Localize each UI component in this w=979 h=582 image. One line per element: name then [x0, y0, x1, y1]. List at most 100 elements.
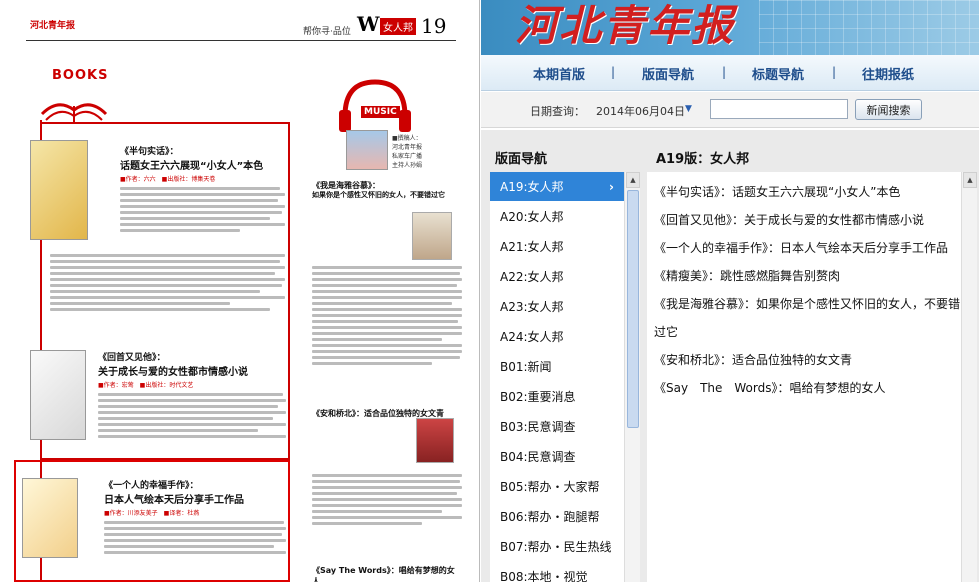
article-meta: ■作者：宏莺 ■出版社：时代文艺 [98, 382, 194, 389]
article-link[interactable]: 《一个人的幸福手作》：日本人气绘本天后分享手工作品 [647, 234, 961, 262]
nav-section-guide[interactable]: 版面导航 [642, 64, 694, 83]
article-title: 《半句实话》： [120, 147, 179, 157]
host-photo [346, 130, 388, 170]
section-item-label: A19:女人邦 [500, 180, 564, 194]
banner-decoration [759, 0, 979, 55]
book-cover-1 [30, 140, 88, 240]
newspaper-page: 河北青年报 帮你寻·品位 W 女人邦 19 BOOKS 《半句实话》： 话题女王… [0, 0, 480, 582]
current-page-heading: A19版：女人邦 [656, 152, 750, 167]
host-info-line: ■撰稿人： [392, 135, 422, 142]
article-link[interactable]: 《安和桥北》：适合品位独特的女文青 [647, 346, 961, 374]
section-item[interactable]: B06:帮办・跑腿帮 [490, 502, 624, 532]
host-info-line: 主持人孙娟 [392, 162, 423, 169]
section-item[interactable]: B03:民意调查 [490, 412, 624, 442]
article-body [104, 521, 286, 554]
singer-photo-2 [416, 418, 454, 463]
section-item[interactable]: B01:新闻 [490, 352, 624, 382]
article-title: 《一个人的幸福手作》： [104, 481, 199, 491]
article-list-scrollbar[interactable]: ▲ [961, 172, 977, 582]
section-item-label: B07:帮办・民生热线 [500, 540, 612, 554]
section-item-label: B03:民意调查 [500, 420, 576, 434]
scroll-up-arrow[interactable]: ▲ [963, 172, 977, 188]
search-input[interactable] [710, 99, 848, 119]
article-link[interactable]: 《半句实话》：话题女王六六展现“小女人”本色 [647, 178, 961, 206]
section-list: A19:女人邦 › A20:女人邦 A21:女人邦 A22:女人邦 A23:女人邦 A24:… [490, 172, 624, 582]
news-search-button[interactable]: 新闻搜索 [855, 99, 922, 120]
section-item[interactable]: A21:女人邦 [490, 232, 624, 262]
section-item-label: A23:女人邦 [500, 300, 564, 314]
main-nav: 本期首版 | 版面导航 | 标题导航 | 往期报纸 [481, 55, 979, 91]
book-cover-3 [22, 478, 78, 558]
site-logo[interactable]: 河北青年报 [515, 0, 735, 53]
section-item-label: B04:民意调查 [500, 450, 576, 464]
nav-headline-guide[interactable]: 标题导航 [752, 64, 804, 83]
section-item-label: A22:女人邦 [500, 270, 564, 284]
date-select[interactable]: 2014年06月04日 [596, 103, 685, 119]
music-body-1 [312, 266, 462, 368]
article-subtitle: 日本人气绘本天后分享手工作品 [104, 495, 244, 506]
singer-photo [412, 212, 452, 260]
section-item[interactable]: B07:帮办・民生热线 [490, 532, 624, 562]
site-banner: 河北青年报 [481, 0, 979, 55]
article-link[interactable]: 《回首又见他》：关于成长与爱的女性都市情感小说 [647, 206, 961, 234]
header-rule [26, 40, 456, 41]
epaper-site: 河北青年报 本期首版 | 版面导航 | 标题导航 | 往期报纸 日期查询： 20… [481, 0, 979, 582]
section-item[interactable]: A19:女人邦 › [490, 172, 624, 202]
open-book-icon [40, 103, 108, 122]
chevron-right-icon: › [609, 180, 614, 194]
section-item[interactable]: B08:本地・视觉 [490, 562, 624, 582]
section-item-label: A24:女人邦 [500, 330, 564, 344]
host-info-line: 私家车广播 [392, 153, 423, 160]
books-rule-right [288, 122, 290, 460]
host-info-line: 河北青年报 [392, 144, 423, 151]
books-label: BOOKS [52, 68, 109, 83]
nav-separator: | [832, 65, 837, 79]
music-title-3: 《Say The Words》：唱给有梦想的女人 [312, 566, 455, 582]
article-list: 《半句实话》：话题女王六六展现“小女人”本色 《回首又见他》：关于成长与爱的女性都… [647, 172, 961, 582]
book-article-3: 《一个人的幸福手作》： 日本人气绘本天后分享手工作品 ■作者：川添友美子 ■译者… [104, 478, 286, 557]
date-query-label: 日期查询： [530, 105, 585, 118]
section-item[interactable]: B05:帮办・大家帮 [490, 472, 624, 502]
section-badge: 女人邦 [380, 18, 416, 35]
article-title: 《回首又见他》： [98, 353, 166, 363]
book-article-2: 《回首又见他》： 关于成长与爱的女性都市情感小说 ■作者：宏莺 ■出版社：时代文… [98, 350, 286, 441]
nav-front-page[interactable]: 本期首版 [533, 64, 585, 83]
music-body-2 [312, 474, 462, 528]
music-label: MUSIC [361, 106, 400, 118]
article-subtitle: 话题女王六六展现“小女人”本色 [120, 161, 264, 172]
article-subtitle: 关于成长与爱的女性都市情感小说 [98, 367, 248, 378]
section-item[interactable]: A24:女人邦 [490, 322, 624, 352]
scroll-up-arrow[interactable]: ▲ [626, 172, 640, 188]
chevron-down-icon[interactable]: ▼ [685, 104, 692, 114]
article-body [98, 393, 286, 438]
article-link[interactable]: 《Say The Words》：唱给有梦想的女人 [647, 374, 961, 402]
host-info: ■撰稿人： 河北青年报 私家车广播 主持人孙娟 [392, 134, 462, 170]
article-body [120, 187, 285, 232]
section-item-label: B05:帮办・大家帮 [500, 480, 600, 494]
section-item[interactable]: A22:女人邦 [490, 262, 624, 292]
article-link[interactable]: 《我是海雅谷慕》：如果你是个感性又怀旧的女人，不要错过它 [647, 290, 961, 346]
books-rule-top [40, 122, 290, 124]
section-item[interactable]: A23:女人邦 [490, 292, 624, 322]
section-item-label: A21:女人邦 [500, 240, 564, 254]
nav-separator: | [722, 65, 727, 79]
section-item[interactable]: B04:民意调查 [490, 442, 624, 472]
article-link[interactable]: 《精瘦美》：跳性感燃脂舞告别赘肉 [647, 262, 961, 290]
section-item-label: B01:新闻 [500, 360, 552, 374]
section-item-label: B08:本地・视觉 [500, 570, 588, 582]
page-slogan: 帮你寻·品位 [303, 27, 351, 37]
scrollbar-thumb[interactable] [627, 190, 639, 428]
nav-separator: | [611, 65, 616, 79]
section-item[interactable]: A20:女人邦 [490, 202, 624, 232]
page-number: 19 [421, 14, 447, 38]
section-item[interactable]: B02:重要消息 [490, 382, 624, 412]
section-item-label: B06:帮办・跑腿帮 [500, 510, 600, 524]
nav-past-issues[interactable]: 往期报纸 [862, 64, 914, 83]
book-article-1: 《半句实话》： 话题女王六六展现“小女人”本色 ■作者：六六 ■出版社：博集天卷 [120, 144, 285, 235]
section-nav-heading: 版面导航 [495, 152, 548, 167]
date-query-bar: 日期查询： 2014年06月04日 ▼ 新闻搜索 [481, 92, 979, 128]
article-body-continued [50, 254, 285, 314]
book-cover-2 [30, 350, 86, 440]
section-list-scrollbar[interactable]: ▲ [624, 172, 640, 582]
newspaper-logo: 河北青年报 [30, 21, 76, 31]
